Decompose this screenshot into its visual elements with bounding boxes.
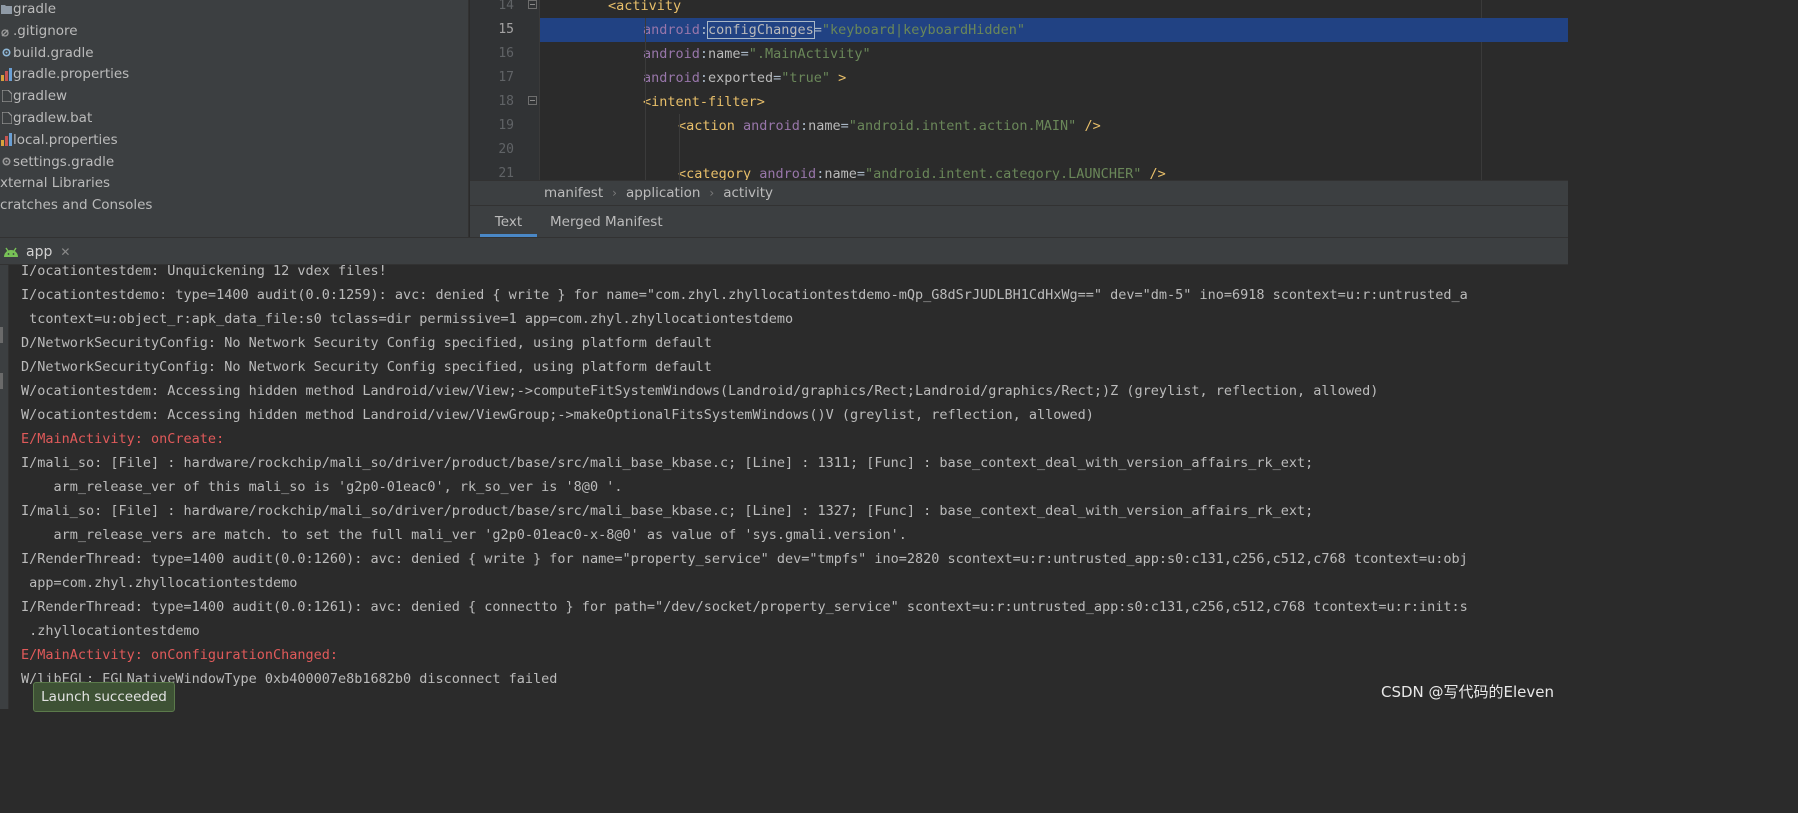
log-line: D/NetworkSecurityConfig: No Network Secu… [21, 335, 712, 351]
run-tab-app[interactable]: app ✕ [0, 238, 70, 265]
tree-item[interactable]: build.gradle [0, 42, 94, 64]
log-line: D/NetworkSecurityConfig: No Network Secu… [21, 359, 712, 375]
log-line: arm_release_vers are match. to set the f… [21, 527, 907, 543]
indent-guide [645, 18, 646, 180]
tree-item[interactable]: cratches and Consoles [0, 194, 152, 216]
tree-item-label: settings.gradle [13, 153, 115, 170]
watermark: CSDN @写代码的Eleven [1380, 683, 1554, 701]
fold-toggle-icon[interactable] [528, 96, 537, 105]
log-line: E/MainActivity: onCreate: [21, 431, 225, 447]
text-file-icon [0, 111, 13, 126]
tree-item[interactable]: gradlew [0, 85, 67, 107]
line-number: 19 [498, 118, 514, 133]
indent-guide [679, 114, 680, 180]
tree-item[interactable]: gradle.properties [0, 63, 129, 85]
log-line: app=com.zhyl.zhyllocationtestdemo [21, 575, 298, 591]
line-number: 17 [498, 70, 514, 85]
tree-item[interactable]: local.properties [0, 129, 118, 151]
file-ignore-icon [0, 23, 13, 38]
line-number: 15 [498, 22, 514, 37]
code-line-text: <category android:name="android.intent.c… [678, 166, 1166, 180]
log-line: I/RenderThread: type=1400 audit(0.0:1260… [21, 551, 1468, 567]
breadcrumb-activity[interactable]: activity [723, 185, 773, 201]
tree-item[interactable]: gradlew.bat [0, 107, 92, 129]
code-line-text: android:configChanges="keyboard|keyboard… [643, 21, 1026, 39]
toast-label: Launch succeeded [41, 689, 167, 705]
editor-bottom-tabs: Text Merged Manifest [470, 205, 1568, 237]
gradle-settings-icon [0, 154, 13, 169]
code-line-text: <intent-filter> [643, 94, 765, 110]
code-line[interactable]: android:exported="true" > [540, 66, 1568, 90]
code-editor[interactable]: 14 15 16 17 18 19 20 21 <activity android:config… [470, 0, 1568, 180]
log-line: I/mali_so: [File] : hardware/rockchip/ma… [21, 455, 1314, 471]
log-line: I/ocationtestdem: Unquickening 12 vdex f… [21, 265, 387, 279]
tree-item-label: cratches and Consoles [0, 197, 153, 214]
launch-toast: Launch succeeded [33, 682, 175, 712]
gradle-file-icon [0, 45, 13, 60]
tree-item[interactable]: gradle [0, 0, 56, 20]
log-line: I/mali_so: [File] : hardware/rockchip/ma… [21, 503, 1314, 519]
line-number: 18 [498, 94, 514, 109]
log-line: .zhyllocationtestdemo [21, 623, 200, 639]
run-tool-window-header: app ✕ [0, 237, 1568, 265]
chevron-right-icon: › [612, 186, 617, 200]
tab-merged-manifest-label: Merged Manifest [550, 213, 663, 230]
tree-item-label: build.gradle [13, 44, 94, 61]
code-line-text: <activity [608, 0, 682, 14]
editor-code-area[interactable]: <activity android:configChanges="keyboard… [540, 0, 1568, 180]
folder-icon [0, 2, 13, 17]
code-line-text: <action android:name="android.intent.act… [678, 118, 1101, 134]
tree-item[interactable]: xternal Libraries [0, 172, 110, 194]
code-line[interactable]: <action android:name="android.intent.act… [540, 114, 1568, 138]
log-line: arm_release_ver of this mali_so is 'g2p0… [21, 479, 623, 495]
toolbar-button[interactable] [0, 373, 3, 389]
tab-merged-manifest[interactable]: Merged Manifest [550, 206, 663, 237]
project-tree: gradle .gitignore build.gradle gradle.prope… [0, 0, 469, 237]
tree-item-label: local.properties [13, 131, 118, 148]
tree-item-label: gradlew [13, 88, 68, 105]
log-line: I/ocationtestdemo: type=1400 audit(0.0:1… [21, 287, 1468, 303]
log-line: W/ocationtestdem: Accessing hidden metho… [21, 407, 1094, 423]
log-line: I/RenderThread: type=1400 audit(0.0:1261… [21, 599, 1468, 615]
code-line-text: android:exported="true" > [643, 70, 847, 86]
breadcrumb-manifest[interactable]: manifest [544, 185, 603, 201]
tab-text[interactable]: Text [480, 206, 537, 237]
tree-item[interactable]: settings.gradle [0, 151, 114, 173]
android-icon [3, 246, 21, 258]
tree-item[interactable]: .gitignore [0, 20, 78, 42]
code-line[interactable]: <intent-filter> [540, 90, 1568, 114]
log-line: E/MainActivity: onConfigurationChanged: [21, 647, 338, 663]
tree-item-label: xternal Libraries [0, 175, 111, 192]
code-line[interactable]: android:name=".MainActivity" [540, 42, 1568, 66]
run-tab-label: app [26, 243, 53, 260]
tree-item-label: .gitignore [13, 22, 78, 39]
fold-toggle-icon[interactable] [528, 0, 537, 9]
chevron-right-icon: › [709, 186, 715, 200]
code-line-text: android:name=".MainActivity" [643, 46, 871, 62]
tab-text-label: Text [494, 213, 523, 230]
code-line[interactable]: android:configChanges="keyboard|keyboard… [540, 18, 1568, 42]
properties-file-icon [0, 67, 13, 82]
breadcrumb-application[interactable]: application [626, 185, 700, 201]
line-number: 16 [498, 46, 514, 61]
toolbar-button[interactable] [0, 327, 3, 343]
code-line[interactable]: <category android:name="android.intent.c… [540, 162, 1568, 180]
tree-item-label: gradlew.bat [13, 110, 93, 126]
close-icon[interactable]: ✕ [60, 245, 70, 259]
editor-gutter: 14 15 16 17 18 19 20 21 [470, 0, 540, 180]
tree-item-label: gradle.properties [13, 66, 130, 83]
tree-item-label: gradle [13, 1, 57, 17]
code-line[interactable]: <activity [540, 0, 1568, 18]
log-line: W/ocationtestdem: Accessing hidden metho… [21, 383, 1379, 399]
line-number: 14 [498, 0, 514, 13]
line-number: 20 [498, 142, 514, 157]
code-line[interactable] [540, 138, 1568, 162]
run-console-output[interactable]: I/ocationtestdem: Unquickening 12 vdex f… [10, 265, 1568, 709]
log-line: tcontext=u:object_r:apk_data_file:s0 tcl… [21, 311, 794, 327]
run-toolbar-strip [0, 265, 9, 709]
line-number: 21 [498, 166, 514, 180]
text-file-icon [0, 89, 13, 104]
breadcrumb: manifest › application › activity [470, 180, 1568, 205]
properties-file-icon [0, 132, 13, 147]
